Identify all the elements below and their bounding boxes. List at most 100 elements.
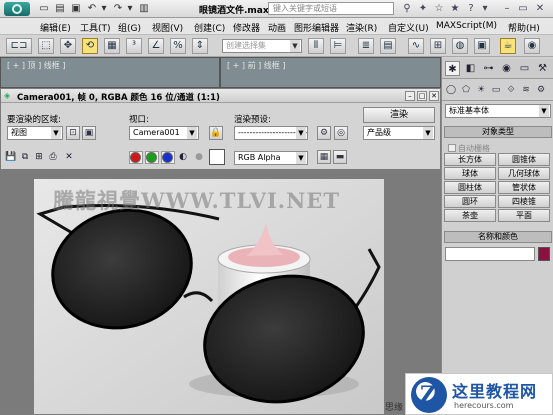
sphere-button[interactable]: 球体 xyxy=(444,167,496,180)
redo-icon[interactable]: ↷ xyxy=(112,3,124,15)
shapes-icon[interactable]: ⬠ xyxy=(459,83,473,97)
toggle-ui-overlay-icon[interactable]: ▦ xyxy=(317,150,331,164)
quick-render-icon[interactable]: ◉ xyxy=(524,38,540,54)
reference-coord-icon[interactable]: ▦ xyxy=(104,38,120,54)
cameras-icon[interactable]: ▭ xyxy=(489,83,503,97)
curve-editor-icon[interactable]: ∿ xyxy=(408,38,424,54)
create-tab-icon[interactable]: ✱ xyxy=(445,61,460,76)
print-image-icon[interactable]: ⎙ xyxy=(47,151,59,163)
maximize-icon[interactable]: □ xyxy=(417,91,427,101)
hierarchy-tab-icon[interactable]: ⊶ xyxy=(481,61,496,76)
save-file-icon[interactable]: ▣ xyxy=(70,3,82,15)
menu-views[interactable]: 视图(V) xyxy=(152,21,183,34)
render-setup-icon[interactable]: ▣ xyxy=(474,38,490,54)
viewport-top[interactable]: [ + ] 顶 ] 线框 ] xyxy=(0,57,220,88)
graphite-ribbon-icon[interactable]: ▤ xyxy=(380,38,396,54)
lights-icon[interactable]: ☀ xyxy=(474,83,488,97)
menu-create[interactable]: 创建(C) xyxy=(194,21,225,34)
menu-graph-editors[interactable]: 图形编辑器 xyxy=(294,21,339,34)
open-file-icon[interactable]: ▤ xyxy=(54,3,66,15)
auto-region-icon[interactable]: ▣ xyxy=(82,126,96,140)
motion-tab-icon[interactable]: ◉ xyxy=(499,61,514,76)
minimize-icon[interactable]: – xyxy=(500,2,514,16)
subscription-icon[interactable]: ✦ xyxy=(416,2,430,16)
viewport-dropdown[interactable]: Camera001 ▼ xyxy=(129,126,199,140)
menu-modifiers[interactable]: 修改器 xyxy=(233,21,260,34)
menu-maxscript[interactable]: MAXScript(M) xyxy=(436,21,497,31)
cone-button[interactable]: 圆锥体 xyxy=(498,153,550,166)
menu-customize[interactable]: 自定义(U) xyxy=(388,21,429,34)
torus-button[interactable]: 圆环 xyxy=(444,195,496,208)
menu-edit[interactable]: 编辑(E) xyxy=(40,21,71,34)
minimize-icon[interactable]: – xyxy=(405,91,415,101)
menu-help[interactable]: 帮助(H) xyxy=(508,21,540,34)
modify-tab-icon[interactable]: ◧ xyxy=(463,61,478,76)
systems-icon[interactable]: ⚙ xyxy=(534,83,548,97)
clone-window-icon[interactable]: ⊞ xyxy=(33,151,45,163)
environment-icon[interactable]: ◎ xyxy=(334,126,348,140)
render-quality-dropdown[interactable]: 产品级 ▼ xyxy=(363,126,435,140)
search-input[interactable]: 键入关键字或短语 xyxy=(268,2,394,15)
monochrome-icon[interactable]: ● xyxy=(193,151,205,163)
schematic-view-icon[interactable]: ⊞ xyxy=(430,38,446,54)
select-object-icon[interactable]: ⬚ xyxy=(38,38,54,54)
mirror-icon[interactable]: ⫴ xyxy=(308,38,324,54)
undo-dropdown-icon[interactable]: ▾ xyxy=(98,3,110,15)
area-to-render-dropdown[interactable]: 视图 ▼ xyxy=(7,126,63,140)
restore-icon[interactable]: ▭ xyxy=(516,2,530,16)
undo-icon[interactable]: ↶ xyxy=(86,3,98,15)
snap-3d-icon[interactable]: ³ xyxy=(126,38,142,54)
render-preset-dropdown[interactable]: ------------------------- ▼ xyxy=(234,126,308,140)
spinner-snap-icon[interactable]: ⇕ xyxy=(192,38,208,54)
help-icon[interactable]: ? xyxy=(464,2,478,16)
named-selection-set-dropdown[interactable]: 创建选择集 ▼ xyxy=(222,39,302,53)
help-dropdown-icon[interactable]: ▾ xyxy=(478,2,492,16)
toggle-ui-icon[interactable]: ▬ xyxy=(333,150,347,164)
new-file-icon[interactable]: ▭ xyxy=(38,3,50,15)
menu-rendering[interactable]: 渲染(R) xyxy=(346,21,377,34)
menu-animation[interactable]: 动画 xyxy=(268,21,286,34)
helpers-icon[interactable]: ⟐ xyxy=(504,83,518,97)
name-and-color-rollout[interactable]: 名称和颜色 xyxy=(444,231,552,243)
viewport-front[interactable]: [ + ] 前 ] 线框 ] xyxy=(220,57,441,88)
project-folder-icon[interactable]: ▥ xyxy=(138,3,150,15)
object-name-field[interactable] xyxy=(445,247,535,261)
menu-group[interactable]: 组(G) xyxy=(118,21,141,34)
object-category-dropdown[interactable]: 标准基本体 ▼ xyxy=(445,104,551,118)
close-icon[interactable]: ✕ xyxy=(429,91,439,101)
select-rotate-icon[interactable]: ⟲ xyxy=(82,38,98,54)
material-editor-icon[interactable]: ◍ xyxy=(452,38,468,54)
cylinder-button[interactable]: 圆柱体 xyxy=(444,181,496,194)
render-frame-icon[interactable]: ☕ xyxy=(500,38,516,54)
box-button[interactable]: 长方体 xyxy=(444,153,496,166)
viewport-top-label[interactable]: [ + ] 顶 ] 线框 ] xyxy=(7,60,65,71)
lock-viewport-icon[interactable]: 🔒 xyxy=(209,126,223,140)
favorites-icon[interactable]: ★ xyxy=(448,2,462,16)
select-move-icon[interactable]: ✥ xyxy=(60,38,76,54)
communication-center-icon[interactable]: ☆ xyxy=(432,2,446,16)
close-icon[interactable]: ✕ xyxy=(533,2,547,16)
layer-manager-icon[interactable]: ≣ xyxy=(358,38,374,54)
render-button[interactable]: 渲染 xyxy=(363,107,435,123)
alpha-channel-icon[interactable]: ◐ xyxy=(177,151,189,163)
object-color-swatch[interactable] xyxy=(538,247,550,261)
copy-image-icon[interactable]: ⧉ xyxy=(19,151,31,163)
pyramid-button[interactable]: 四棱锥 xyxy=(498,195,550,208)
menu-tools[interactable]: 工具(T) xyxy=(80,21,111,34)
display-channel-dropdown[interactable]: RGB Alpha ▼ xyxy=(234,151,308,165)
plane-button[interactable]: 平面 xyxy=(498,209,550,222)
geosphere-button[interactable]: 几何球体 xyxy=(498,167,550,180)
redo-dropdown-icon[interactable]: ▾ xyxy=(124,3,136,15)
app-menu-button[interactable] xyxy=(4,2,30,16)
geometry-icon[interactable]: ◯ xyxy=(444,83,458,97)
render-setup-icon[interactable]: ⚙ xyxy=(317,126,331,140)
save-image-icon[interactable]: 💾 xyxy=(5,151,17,163)
link-icon[interactable]: ⊏⊐ xyxy=(6,38,32,54)
angle-snap-icon[interactable]: ∠ xyxy=(148,38,164,54)
space-warps-icon[interactable]: ≋ xyxy=(519,83,533,97)
search-icon[interactable]: ⚲ xyxy=(400,2,414,16)
background-color-swatch[interactable] xyxy=(209,149,225,165)
teapot-button[interactable]: 茶壶 xyxy=(444,209,496,222)
percent-snap-icon[interactable]: % xyxy=(170,38,186,54)
clear-image-icon[interactable]: ✕ xyxy=(63,151,75,163)
